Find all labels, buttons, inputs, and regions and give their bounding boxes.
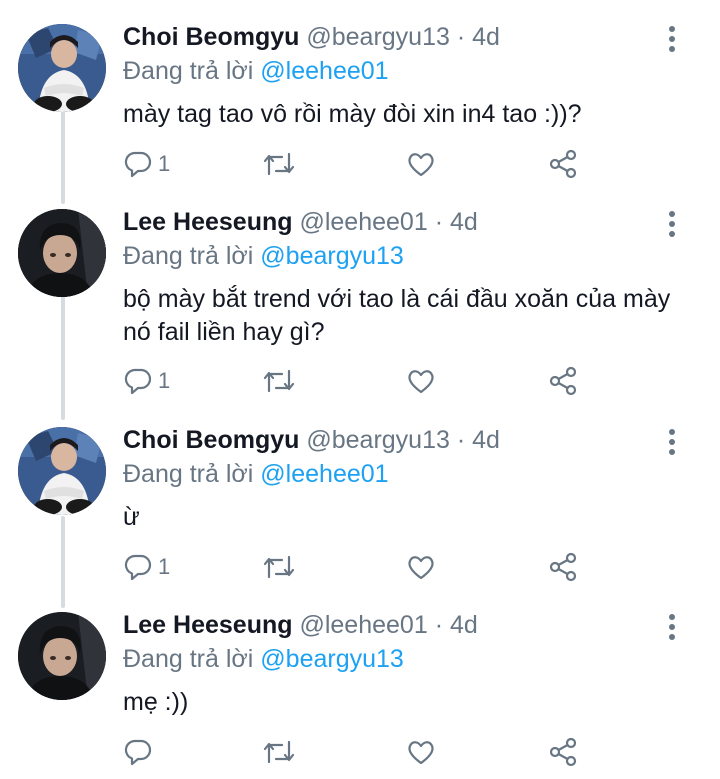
avatar-beomgyu: [18, 24, 106, 112]
avatar-heeseung: [18, 612, 106, 700]
avatar[interactable]: [18, 24, 106, 112]
avatar-heeseung: [18, 209, 106, 297]
like-button[interactable]: [406, 363, 436, 399]
timestamp[interactable]: 4d: [450, 208, 478, 236]
retweet-button[interactable]: [262, 146, 296, 182]
retweet-icon: [262, 553, 296, 581]
separator-dot: ·: [456, 23, 466, 51]
user-handle[interactable]: @leehee01: [299, 208, 427, 236]
timestamp[interactable]: 4d: [472, 23, 500, 51]
heart-icon: [406, 553, 436, 581]
avatar[interactable]: [18, 427, 106, 515]
display-name[interactable]: Lee Heeseung: [123, 611, 293, 639]
tweet-header: Lee Heeseung @leehee01 · 4d: [123, 205, 478, 239]
separator-dot: ·: [434, 208, 444, 236]
tweet[interactable]: Choi Beomgyu @beargyu13 · 4d Đang trả lờ…: [0, 423, 720, 603]
reply-icon: [124, 553, 152, 581]
reply-icon: [124, 367, 152, 395]
reply-button[interactable]: [124, 734, 158, 770]
display-name[interactable]: Choi Beomgyu: [123, 426, 299, 454]
tweet-text: mày tag tao vô rồi mày đòi xin in4 tao :…: [123, 100, 582, 128]
tweet-text: bộ mày bắt trend với tao là cái đầu xoăn…: [123, 285, 671, 346]
tweet[interactable]: Lee Heeseung @leehee01 · 4d Đang trả lời…: [0, 608, 720, 779]
reply-button[interactable]: 1: [124, 549, 170, 585]
separator-dot: ·: [456, 426, 466, 454]
reply-count: 1: [158, 554, 171, 579]
reply-button[interactable]: 1: [124, 363, 170, 399]
mention-link[interactable]: @beargyu13: [260, 645, 404, 673]
more-vertical-icon[interactable]: [664, 612, 680, 642]
separator-dot: ·: [434, 611, 444, 639]
display-name[interactable]: Choi Beomgyu: [123, 23, 299, 51]
tweet[interactable]: Choi Beomgyu @beargyu13 · 4d Đang trả lờ…: [0, 20, 720, 200]
retweet-button[interactable]: [262, 549, 296, 585]
share-button[interactable]: [548, 146, 578, 182]
tweet-actions: 1: [120, 549, 590, 585]
tweet-thread: Choi Beomgyu @beargyu13 · 4d Đang trả lờ…: [0, 0, 720, 779]
replying-to: Đang trả lời @beargyu13: [123, 642, 404, 676]
avatar-beomgyu: [18, 427, 106, 515]
reply-button[interactable]: 1: [124, 146, 170, 182]
mention-link[interactable]: @beargyu13: [260, 242, 404, 270]
tweet-header: Lee Heeseung @leehee01 · 4d: [123, 608, 478, 642]
share-icon: [548, 737, 578, 767]
more-vertical-icon[interactable]: [664, 209, 680, 239]
reply-icon: [124, 150, 152, 178]
replying-to-label: Đang trả lời: [123, 57, 254, 85]
tweet-actions: [120, 734, 590, 770]
more-vertical-icon[interactable]: [664, 427, 680, 457]
reply-count: 1: [158, 151, 171, 176]
user-handle[interactable]: @leehee01: [299, 611, 427, 639]
replying-to: Đang trả lời @beargyu13: [123, 239, 404, 273]
timestamp[interactable]: 4d: [472, 426, 500, 454]
replying-to-label: Đang trả lời: [123, 460, 254, 488]
reply-count: 1: [158, 368, 171, 393]
display-name[interactable]: Lee Heeseung: [123, 208, 293, 236]
share-button[interactable]: [548, 734, 578, 770]
more-vertical-icon[interactable]: [664, 24, 680, 54]
retweet-icon: [262, 367, 296, 395]
share-icon: [548, 149, 578, 179]
tweet-header: Choi Beomgyu @beargyu13 · 4d: [123, 423, 500, 457]
like-button[interactable]: [406, 734, 436, 770]
tweet-actions: 1: [120, 146, 590, 182]
like-button[interactable]: [406, 549, 436, 585]
tweet-text: ừ: [123, 503, 140, 531]
avatar[interactable]: [18, 209, 106, 297]
mention-link[interactable]: @leehee01: [260, 460, 388, 488]
replying-to: Đang trả lời @leehee01: [123, 54, 389, 88]
reply-icon: [124, 738, 152, 766]
retweet-button[interactable]: [262, 734, 296, 770]
replying-to-label: Đang trả lời: [123, 242, 254, 270]
share-button[interactable]: [548, 363, 578, 399]
heart-icon: [406, 738, 436, 766]
share-icon: [548, 552, 578, 582]
retweet-icon: [262, 738, 296, 766]
tweet[interactable]: Lee Heeseung @leehee01 · 4d Đang trả lời…: [0, 205, 720, 420]
tweet-header: Choi Beomgyu @beargyu13 · 4d: [123, 20, 500, 54]
replying-to: Đang trả lời @leehee01: [123, 457, 389, 491]
heart-icon: [406, 150, 436, 178]
share-button[interactable]: [548, 549, 578, 585]
tweet-text: mẹ :)): [123, 688, 189, 716]
timestamp[interactable]: 4d: [450, 611, 478, 639]
tweet-actions: 1: [120, 363, 590, 399]
mention-link[interactable]: @leehee01: [260, 57, 388, 85]
user-handle[interactable]: @beargyu13: [306, 426, 450, 454]
replying-to-label: Đang trả lời: [123, 645, 254, 673]
retweet-button[interactable]: [262, 363, 296, 399]
retweet-icon: [262, 150, 296, 178]
user-handle[interactable]: @beargyu13: [306, 23, 450, 51]
heart-icon: [406, 367, 436, 395]
avatar[interactable]: [18, 612, 106, 700]
share-icon: [548, 366, 578, 396]
like-button[interactable]: [406, 146, 436, 182]
